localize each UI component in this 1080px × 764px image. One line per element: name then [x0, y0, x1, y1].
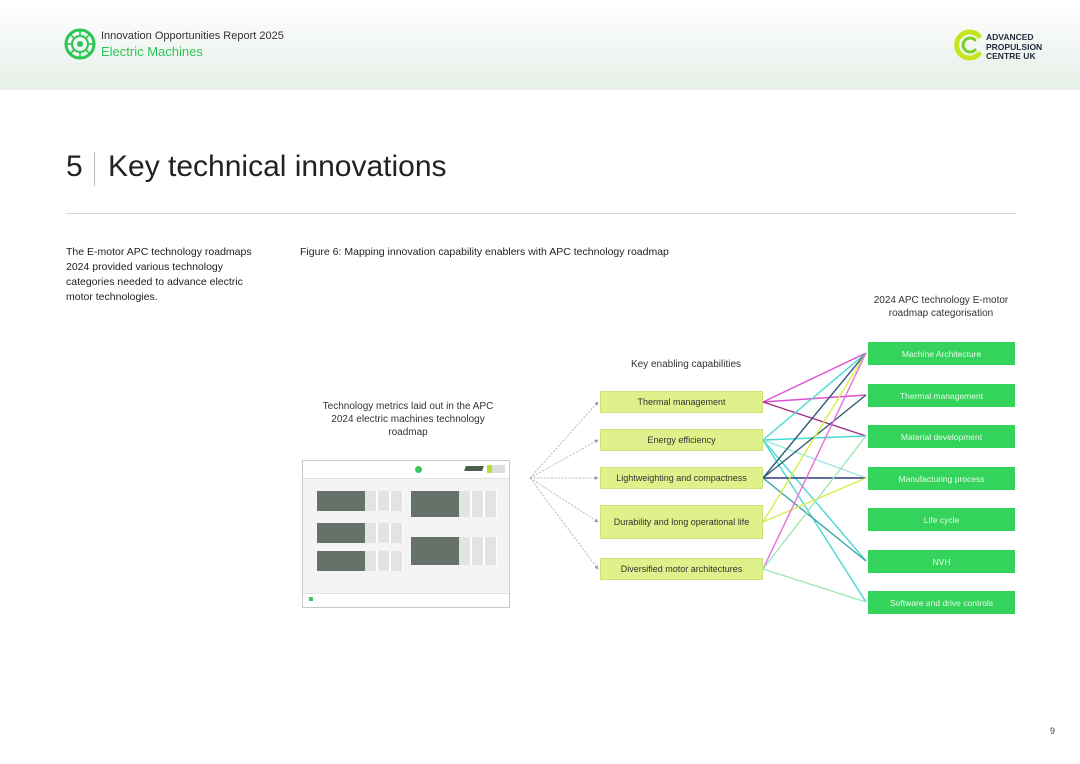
- connector-lines: [529, 352, 867, 603]
- link-line-16: [762, 568, 867, 603]
- fan-connector: [529, 477, 599, 570]
- category-manufacturing-process: Manufacturing process: [868, 467, 1015, 490]
- enabler-lightweighting: Lightweighting and compactness: [600, 467, 763, 489]
- category-life-cycle: Life cycle: [868, 508, 1015, 531]
- category-thermal-management: Thermal management: [868, 384, 1015, 407]
- fan-connector: [529, 401, 599, 479]
- category-material-development: Material development: [868, 425, 1015, 448]
- page-number: 9: [1050, 726, 1056, 736]
- link-line-12: [762, 352, 867, 523]
- fan-connector: [529, 439, 599, 479]
- enabler-diversified-architectures: Diversified motor architectures: [600, 558, 763, 580]
- link-line-13: [762, 477, 867, 523]
- enabler-thermal-management: Thermal management: [600, 391, 763, 413]
- link-line-14: [762, 352, 867, 570]
- category-machine-architecture: Machine Architecture: [868, 342, 1015, 365]
- enabler-energy-efficiency: Energy efficiency: [600, 429, 763, 451]
- fan-connector: [529, 477, 599, 523]
- enabler-durability: Durability and long operational life: [600, 505, 763, 539]
- category-software-drive-controls: Software and drive controls: [868, 591, 1015, 614]
- category-nvh: NVH: [868, 550, 1015, 573]
- link-line-7: [762, 439, 867, 603]
